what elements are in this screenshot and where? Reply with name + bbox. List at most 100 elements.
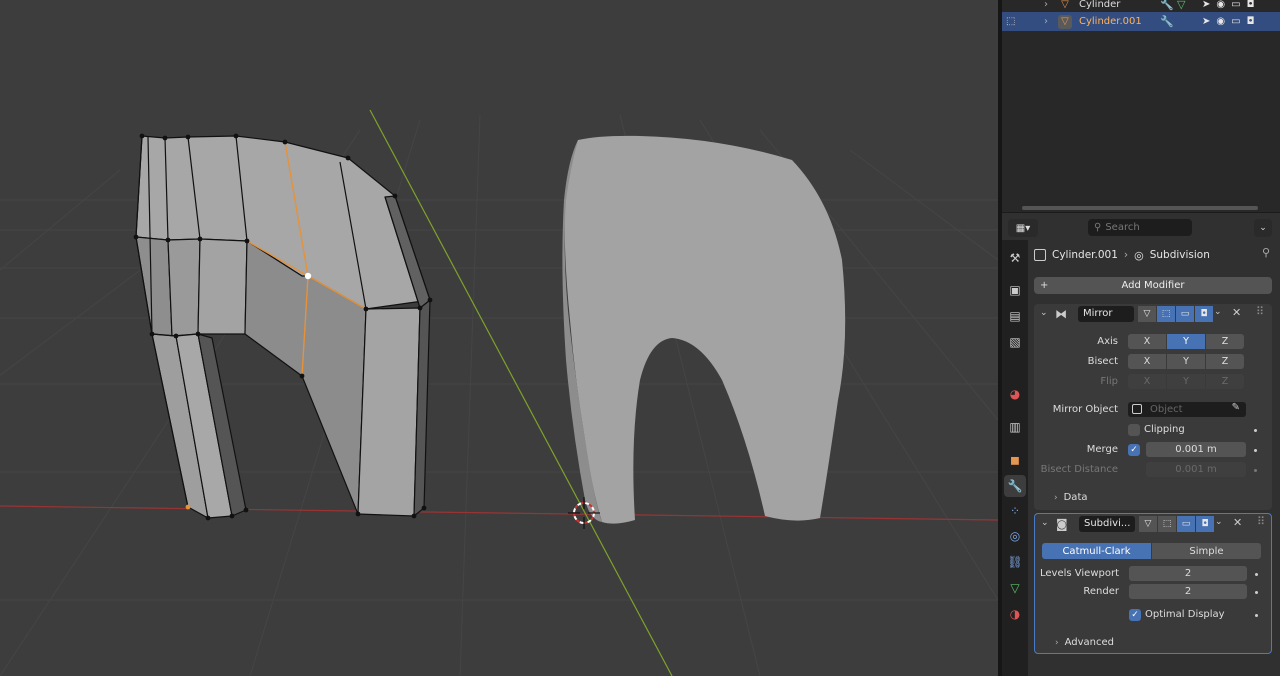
render-camera-icon[interactable]: ◘ (1196, 516, 1214, 532)
mirror-object-field[interactable]: Object ✎ (1128, 402, 1246, 417)
material-icon: ◑ (1009, 607, 1021, 621)
axis-y-toggle[interactable]: Y (1167, 334, 1205, 349)
eye-icon[interactable]: ◉ (1216, 0, 1225, 10)
keyframe-dot-icon[interactable] (1255, 591, 1258, 594)
subdivided-mesh[interactable] (564, 135, 846, 524)
properties-header: ▦▾ ⚲ Search ⌄ (1002, 212, 1280, 240)
outliner-scrollbar[interactable] (1022, 206, 1258, 210)
outliner-row-cylinder-001[interactable]: ⬚ › ▽ Cylinder.001 🔧 ➤ ◉ ▭ ◘ (1002, 12, 1280, 31)
tab-tool[interactable]: ⚒ (1004, 247, 1026, 269)
breadcrumb-modifier: Subdivision (1149, 249, 1210, 261)
viewport-display-icon[interactable]: ▭ (1176, 306, 1194, 322)
tab-view-layer[interactable]: ▧ (1004, 331, 1026, 353)
eye-icon[interactable]: ◉ (1216, 16, 1225, 27)
editor-type-dropdown[interactable]: ▦▾ (1008, 219, 1038, 237)
object-icon (1132, 404, 1142, 414)
merge-distance-field[interactable]: 0.001 m (1146, 442, 1246, 457)
tab-render[interactable]: ▣ (1004, 279, 1026, 301)
eyedropper-icon[interactable]: ✎ (1232, 402, 1240, 413)
tab-output[interactable]: ▤ (1004, 305, 1026, 327)
active-vertex[interactable] (304, 272, 312, 280)
edit-mode-icon[interactable]: ⬚ (1157, 306, 1175, 322)
simple-button[interactable]: Simple (1152, 543, 1261, 559)
tab-physics[interactable]: ◎ (1004, 525, 1026, 547)
pin-icon[interactable]: ⚲ (1262, 246, 1270, 259)
edit-mesh[interactable] (135, 135, 431, 519)
keyframe-dot-icon[interactable] (1254, 449, 1257, 452)
bisect-distance-field[interactable]: 0.001 m (1146, 462, 1246, 477)
bisect-y-toggle[interactable]: Y (1167, 354, 1205, 369)
select-arrow-icon[interactable]: ➤ (1202, 0, 1210, 10)
modifier-name-field[interactable]: Subdivi... (1079, 516, 1135, 532)
edit-cage-icon[interactable]: ▽ (1139, 516, 1157, 532)
merge-checkbox[interactable]: ✓ (1128, 444, 1140, 456)
tab-modifiers[interactable]: 🔧 (1004, 475, 1026, 497)
modifier-name-field[interactable]: Mirror (1078, 306, 1134, 322)
3d-viewport[interactable] (0, 0, 998, 676)
edit-mode-icon[interactable]: ⬚ (1158, 516, 1176, 532)
expand-arrow-icon[interactable]: › (1044, 0, 1048, 10)
advanced-subpanel[interactable]: › Advanced (1055, 637, 1114, 648)
tab-world[interactable]: ▥ (1004, 416, 1026, 438)
camera-icon[interactable]: ◘ (1247, 0, 1255, 10)
monitor-icon[interactable]: ▭ (1231, 16, 1240, 27)
drag-grip-icon[interactable]: ⠿ (1257, 515, 1265, 528)
render-icon: ▣ (1009, 283, 1021, 297)
constraints-icon: ⛓ (1007, 555, 1023, 569)
optimal-display-checkbox[interactable]: ✓ (1129, 609, 1141, 621)
search-placeholder: Search (1105, 222, 1140, 233)
subdivision-panel-header[interactable]: ⌄ ◙ Subdivi... ▽ ⬚ ▭ ◘ ⌄ ✕ ⠿ (1035, 514, 1271, 534)
tab-data[interactable]: ▽ (1004, 577, 1026, 599)
flip-x-toggle[interactable]: X (1128, 374, 1166, 389)
tab-constraints[interactable]: ⛓ (1004, 551, 1026, 573)
chevron-right-icon: › (1055, 638, 1059, 648)
options-dropdown[interactable]: ⌄ (1254, 219, 1272, 237)
select-arrow-icon[interactable]: ➤ (1202, 16, 1210, 27)
axis-z-toggle[interactable]: Z (1206, 334, 1244, 349)
add-modifier-button[interactable]: + Add Modifier (1034, 277, 1272, 294)
catmull-clark-button[interactable]: Catmull-Clark (1042, 543, 1151, 559)
chevron-down-icon[interactable]: ⌄ (1215, 517, 1223, 527)
keyframe-dot-icon[interactable] (1255, 573, 1258, 576)
chevron-down-icon: ⌄ (1259, 223, 1267, 233)
chevron-down-icon[interactable]: ⌄ (1214, 307, 1222, 317)
search-input[interactable]: ⚲ Search (1088, 219, 1192, 236)
camera-icon[interactable]: ◘ (1247, 16, 1255, 27)
modifier-wrench-icon[interactable]: 🔧 (1160, 15, 1174, 28)
tab-object[interactable]: ◼ (1004, 449, 1026, 471)
tab-scene[interactable]: ◕ (1004, 383, 1026, 405)
mesh-data-icon: ▽ (1010, 581, 1020, 595)
keyframe-dot-icon[interactable] (1255, 614, 1258, 617)
bisect-z-toggle[interactable]: Z (1206, 354, 1244, 369)
close-icon[interactable]: ✕ (1233, 516, 1242, 529)
tab-material[interactable]: ◑ (1004, 603, 1026, 625)
close-icon[interactable]: ✕ (1232, 306, 1241, 319)
modifier-toggles: ▽ ⬚ ▭ ◘ (1139, 516, 1214, 532)
mesh-data-icon[interactable]: ▽ (1177, 0, 1185, 11)
keyframe-dot-icon[interactable] (1254, 469, 1257, 472)
flip-y-toggle[interactable]: Y (1167, 374, 1205, 389)
data-subpanel[interactable]: › Data (1054, 492, 1088, 503)
levels-viewport-field[interactable]: 2 (1129, 566, 1247, 581)
keyframe-dot-icon[interactable] (1254, 429, 1257, 432)
axis-x-toggle[interactable]: X (1128, 334, 1166, 349)
mirror-panel-header[interactable]: ⌄ ⧓ Mirror ▽ ⬚ ▭ ◘ ⌄ ✕ ⠿ (1034, 304, 1272, 324)
viewport-display-icon[interactable]: ▭ (1177, 516, 1195, 532)
flip-z-toggle[interactable]: Z (1206, 374, 1244, 389)
chevron-down-icon[interactable]: ⌄ (1040, 308, 1048, 318)
clipping-checkbox[interactable] (1128, 424, 1140, 436)
render-camera-icon[interactable]: ◘ (1195, 306, 1213, 322)
bisect-x-toggle[interactable]: X (1128, 354, 1166, 369)
chevron-down-icon[interactable]: ⌄ (1041, 518, 1049, 528)
expand-arrow-icon[interactable]: › (1044, 16, 1048, 27)
data-subpanel-label: Data (1063, 492, 1088, 503)
render-levels-field[interactable]: 2 (1129, 584, 1247, 599)
edit-cage-icon[interactable]: ▽ (1138, 306, 1156, 322)
modifier-wrench-icon[interactable]: 🔧 (1160, 0, 1174, 11)
advanced-subpanel-label: Advanced (1064, 637, 1115, 648)
tab-particles[interactable]: ⁘ (1004, 500, 1026, 522)
drag-grip-icon[interactable]: ⠿ (1256, 305, 1264, 318)
outliner[interactable]: › ▽ Cylinder 🔧 ▽ ➤ ◉ ▭ ◘ ⬚ › ▽ Cylinder.… (1002, 0, 1280, 212)
monitor-icon[interactable]: ▭ (1231, 0, 1240, 10)
subdivision-icon: ◙ (1056, 517, 1068, 531)
